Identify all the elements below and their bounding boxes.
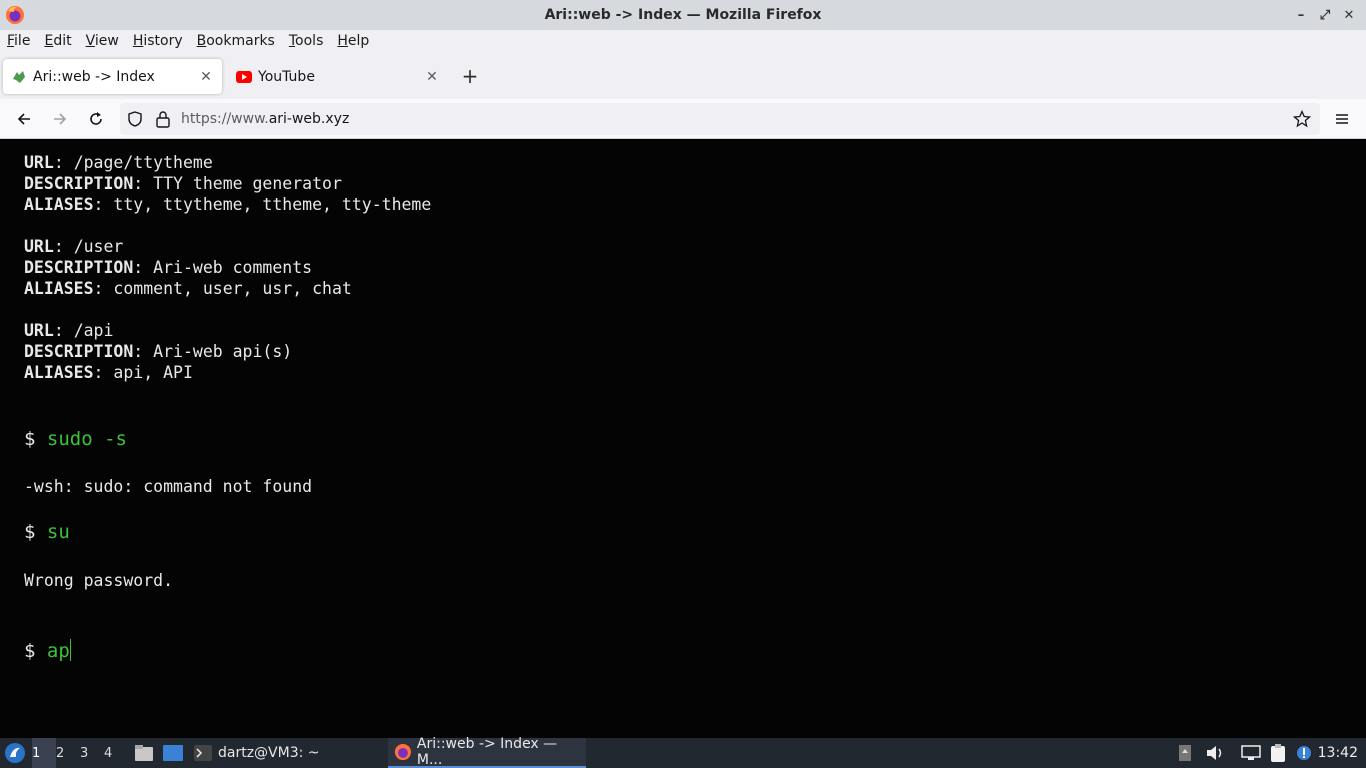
- back-icon[interactable]: [12, 107, 36, 131]
- file-manager-icon[interactable]: [134, 738, 154, 768]
- tracking-protection-shield-icon[interactable]: [127, 111, 143, 131]
- reload-icon[interactable]: [84, 107, 108, 131]
- firefox-icon: [5, 5, 25, 25]
- workspace-1[interactable]: 1: [32, 738, 56, 768]
- text-cursor: [69, 639, 71, 661]
- menu-file[interactable]: File: [7, 33, 30, 49]
- close-tab-icon[interactable]: ✕: [196, 69, 216, 85]
- tab-label: Ari::web -> Index: [33, 68, 155, 85]
- scroll-tray-icon[interactable]: [1178, 738, 1192, 768]
- url-bar[interactable]: https://www.ari-web.xyz: [120, 103, 1320, 135]
- tab-ari-web[interactable]: Ari::web -> Index ✕: [3, 59, 222, 94]
- new-tab-icon[interactable]: +: [459, 66, 481, 88]
- close-tab-icon[interactable]: ✕: [422, 69, 442, 85]
- firefox-icon: [394, 743, 411, 761]
- command-output: -wsh: sudo: command not found: [24, 477, 313, 496]
- entry-url-line: URL: /user: [24, 237, 124, 256]
- network-icon[interactable]: [1241, 738, 1261, 768]
- command-line: $ sudo -s: [24, 428, 127, 450]
- command-input[interactable]: ap: [47, 640, 70, 662]
- workspace-4[interactable]: 4: [104, 738, 128, 768]
- command-input-line[interactable]: $ ap: [24, 639, 71, 662]
- clock[interactable]: 13:42: [1318, 738, 1358, 768]
- tab-youtube[interactable]: YouTube ✕: [228, 59, 448, 94]
- entry-aliases-line: ALIASES: tty, ttytheme, ttheme, tty-them…: [24, 195, 432, 214]
- start-menu-icon[interactable]: [4, 738, 26, 768]
- command-line: $ su: [24, 521, 70, 543]
- entry-url-line: URL: /api: [24, 321, 114, 340]
- menu-history[interactable]: History: [133, 33, 183, 49]
- menu-tools[interactable]: Tools: [289, 33, 324, 49]
- tab-strip: Ari::web -> Index ✕ YouTube ✕ +: [0, 52, 1366, 99]
- youtube-icon: [236, 69, 252, 85]
- bookmark-star-icon[interactable]: [1292, 109, 1312, 132]
- menu-bookmarks[interactable]: Bookmarks: [197, 33, 275, 49]
- minimize-icon[interactable]: –: [1292, 5, 1310, 25]
- page-content: URL: /page/ttytheme DESCRIPTION: TTY the…: [0, 140, 1366, 738]
- task-label: Ari::web -> Index — M...: [416, 736, 558, 768]
- entry-url-line: URL: /page/ttytheme: [24, 153, 213, 172]
- tab-label: YouTube: [258, 68, 315, 85]
- entry-aliases-line: ALIASES: comment, user, usr, chat: [24, 279, 352, 298]
- workspace-3[interactable]: 3: [80, 738, 104, 768]
- taskbar: 1 2 3 4 dartz@VM3: ~ Ari::web -> Index —…: [0, 736, 1366, 768]
- forward-icon[interactable]: [48, 107, 72, 131]
- close-window-icon[interactable]: ✕: [1340, 5, 1358, 25]
- menu-bar: File Edit View History Bookmarks Tools H…: [0, 30, 1366, 52]
- lock-icon[interactable]: [155, 110, 171, 132]
- maximize-icon[interactable]: ⤢: [1316, 5, 1334, 25]
- menu-help[interactable]: Help: [337, 33, 369, 49]
- show-desktop-icon[interactable]: [162, 738, 184, 768]
- entry-description-line: DESCRIPTION: Ari-web api(s): [24, 342, 293, 361]
- ari-web-favicon-icon: [11, 69, 27, 85]
- notification-icon[interactable]: [1296, 738, 1312, 768]
- navigation-bar: https://www.ari-web.xyz: [0, 99, 1366, 139]
- volume-icon[interactable]: [1205, 738, 1225, 768]
- task-label: dartz@VM3: ~: [218, 745, 320, 761]
- task-terminal[interactable]: dartz@VM3: ~: [194, 738, 320, 768]
- clipboard-icon[interactable]: [1268, 738, 1288, 768]
- workspace-2[interactable]: 2: [56, 738, 80, 768]
- terminal-icon: [194, 745, 212, 761]
- url-text[interactable]: https://www.ari-web.xyz: [181, 111, 349, 127]
- window-titlebar: Ari::web -> Index — Mozilla Firefox – ⤢ …: [0, 0, 1366, 30]
- task-firefox[interactable]: Ari::web -> Index — M...: [388, 736, 586, 768]
- entry-aliases-line: ALIASES: api, API: [24, 363, 193, 382]
- entry-description-line: DESCRIPTION: TTY theme generator: [24, 174, 342, 193]
- window-title: Ari::web -> Index — Mozilla Firefox: [544, 7, 822, 23]
- menu-view[interactable]: View: [86, 33, 119, 49]
- entry-description-line: DESCRIPTION: Ari-web comments: [24, 258, 313, 277]
- command-output: Wrong password.: [24, 571, 174, 590]
- menu-edit[interactable]: Edit: [44, 33, 71, 49]
- hamburger-menu-icon[interactable]: [1330, 107, 1354, 131]
